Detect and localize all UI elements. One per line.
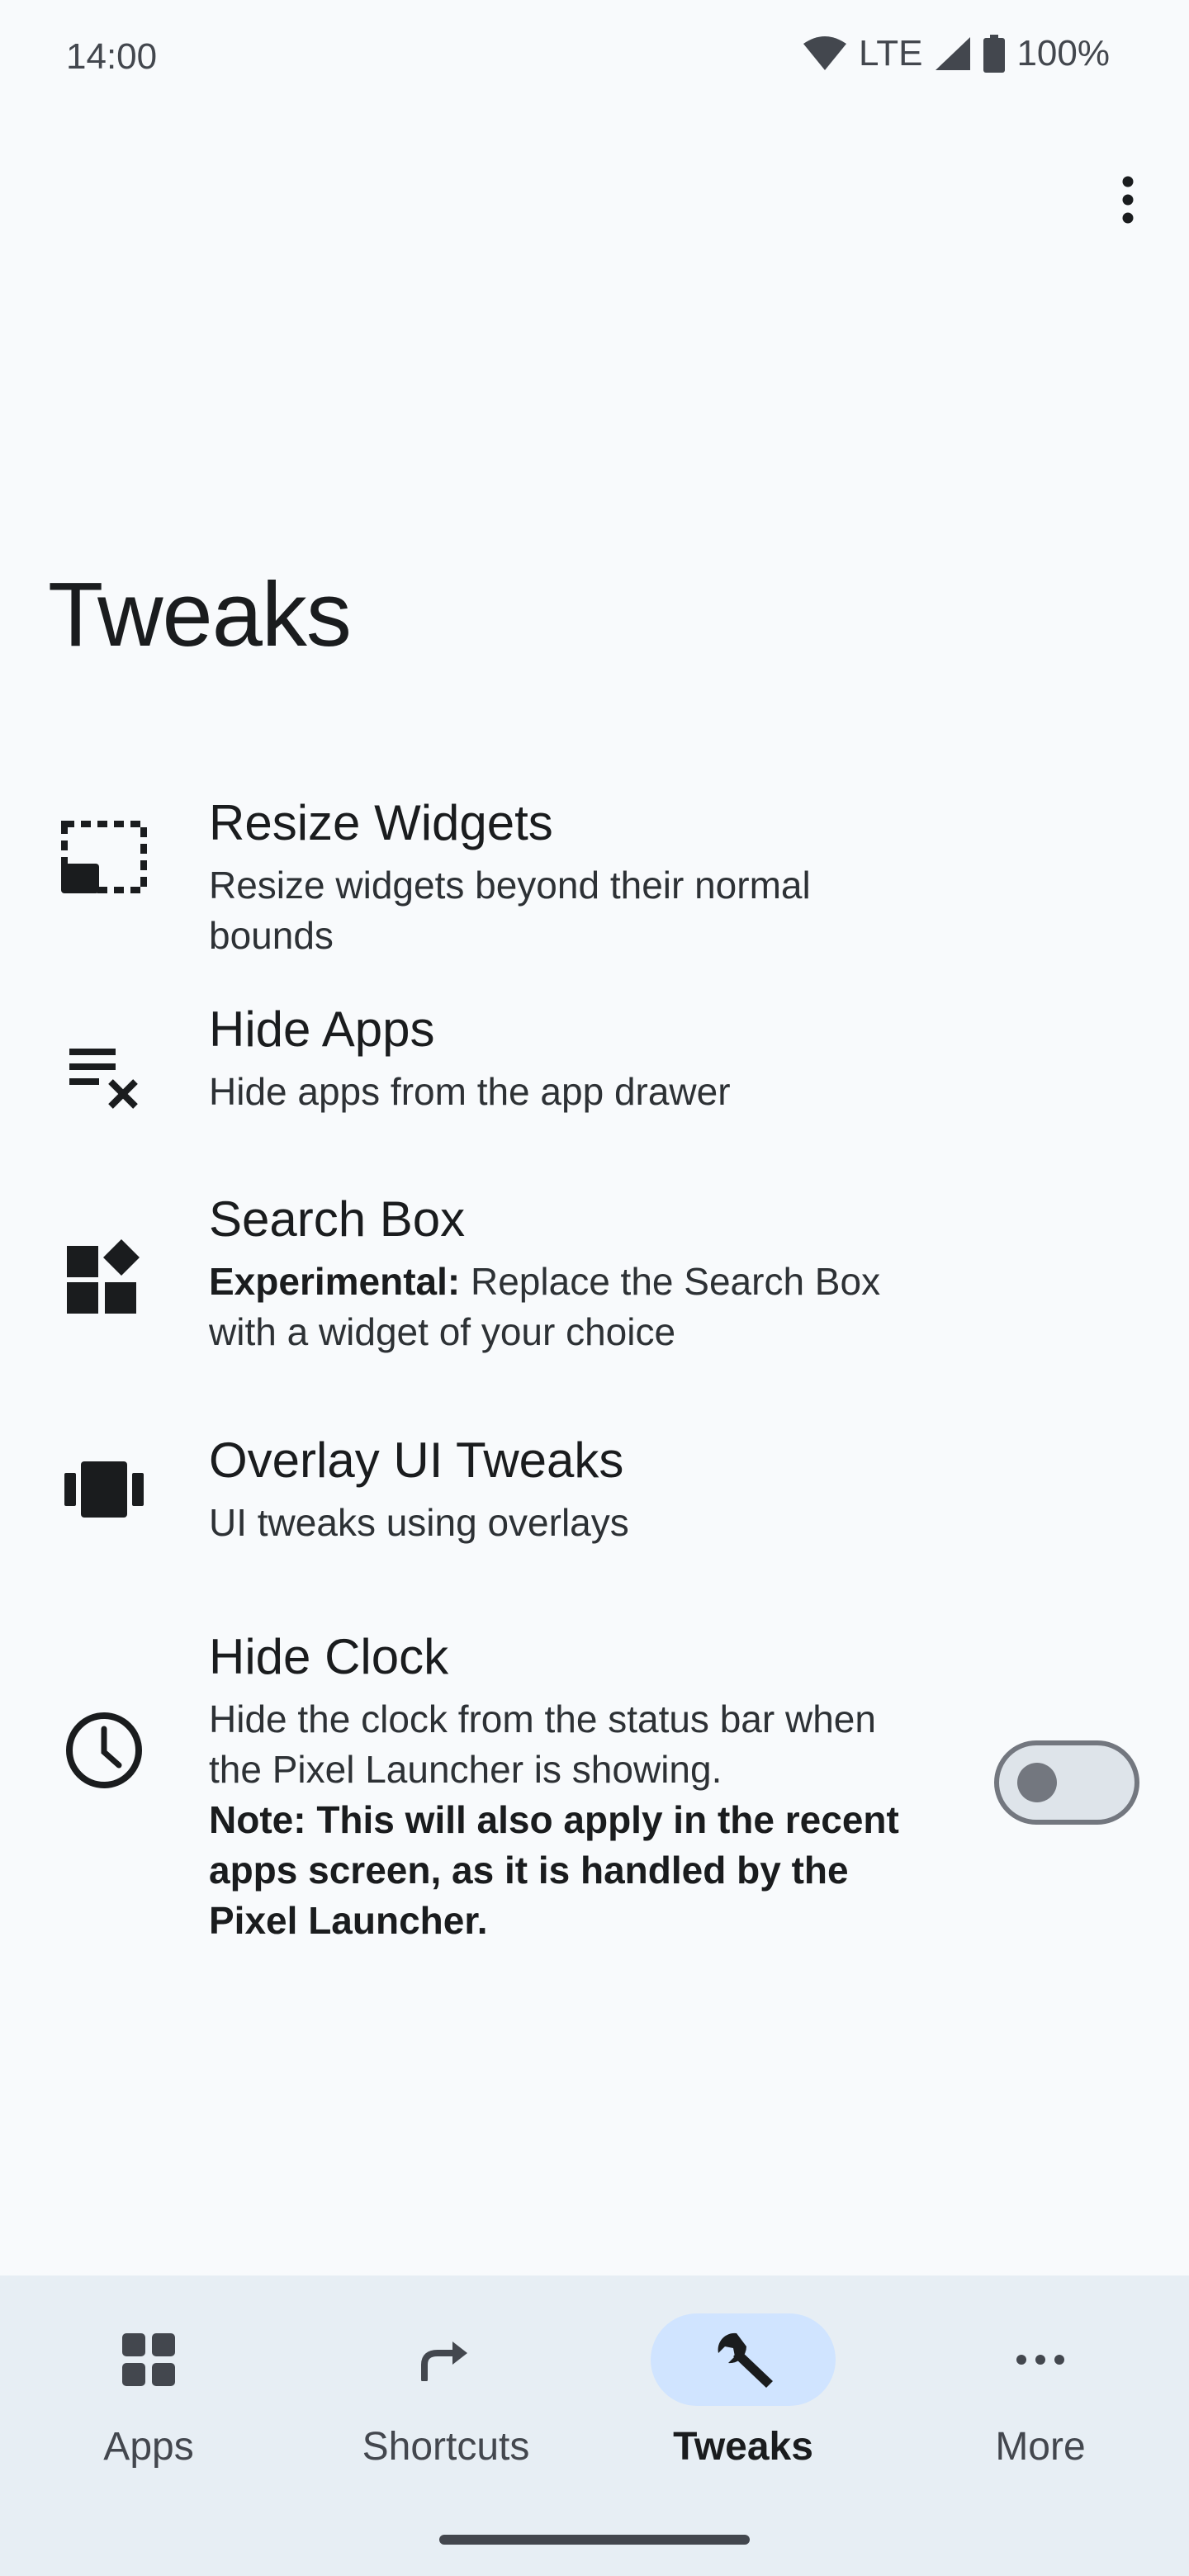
item-title: Resize Widgets bbox=[209, 795, 553, 850]
battery-level: 100% bbox=[1016, 33, 1110, 73]
list-item-search-box[interactable]: Search Box Experimental: Replace the Sea… bbox=[0, 1181, 1189, 1371]
subtitle-note: Note: This will also apply in the recent… bbox=[209, 1798, 899, 1942]
nav-item-more[interactable]: More bbox=[892, 2275, 1189, 2507]
item-title: Search Box bbox=[209, 1191, 466, 1247]
status-time: 14:00 bbox=[66, 36, 158, 77]
page-title: Tweaks bbox=[48, 564, 352, 665]
more-horiz-icon bbox=[948, 2313, 1133, 2406]
item-subtitle: UI tweaks using overlays bbox=[209, 1501, 629, 1544]
nav-item-apps[interactable]: Apps bbox=[0, 2275, 297, 2507]
item-subtitle: Resize widgets beyond their normal bound… bbox=[209, 864, 811, 957]
list-item-overlay-ui-tweaks[interactable]: Overlay UI Tweaks UI tweaks using overla… bbox=[0, 1420, 1189, 1569]
nav-item-tweaks[interactable]: Tweaks bbox=[594, 2275, 892, 2507]
item-subtitle: Hide the clock from the status bar when … bbox=[209, 1694, 919, 1946]
list-item-hide-apps[interactable]: Hide Apps Hide apps from the app drawer bbox=[0, 991, 1189, 1139]
status-bar: 14:00 LTE 100% bbox=[0, 0, 1189, 116]
wrench-icon bbox=[651, 2313, 836, 2406]
nav-label: Apps bbox=[103, 2425, 194, 2469]
nav-item-shortcuts[interactable]: Shortcuts bbox=[297, 2275, 594, 2507]
item-subtitle: Experimental: Replace the Search Box wit… bbox=[209, 1257, 936, 1357]
share-arrow-icon bbox=[353, 2313, 538, 2406]
playlist-remove-icon bbox=[58, 1030, 150, 1123]
grid-icon bbox=[56, 2313, 241, 2406]
item-title: Hide Clock bbox=[209, 1629, 449, 1684]
item-title: Overlay UI Tweaks bbox=[209, 1432, 624, 1488]
nav-label: Tweaks bbox=[673, 2425, 813, 2469]
widgets-icon bbox=[58, 1230, 150, 1323]
resize-icon bbox=[58, 811, 150, 903]
battery-icon bbox=[983, 35, 1006, 73]
item-title: Hide Apps bbox=[209, 1002, 435, 1057]
clock-icon bbox=[58, 1704, 150, 1797]
network-type: LTE bbox=[859, 33, 923, 73]
more-vert-icon bbox=[1121, 175, 1135, 229]
bottom-navigation: Apps Shortcuts Tweaks More bbox=[0, 2275, 1189, 2576]
more-options-button[interactable] bbox=[1098, 168, 1158, 234]
item-subtitle: Hide apps from the app drawer bbox=[209, 1070, 731, 1113]
experimental-label: Experimental: bbox=[209, 1260, 461, 1303]
view-carousel-icon bbox=[58, 1443, 150, 1536]
nav-label: Shortcuts bbox=[362, 2425, 530, 2469]
toggle-knob bbox=[1017, 1763, 1057, 1802]
status-icons: LTE 100% bbox=[803, 33, 1110, 74]
home-indicator[interactable] bbox=[439, 2535, 750, 2545]
subtitle-text: Hide the clock from the status bar when … bbox=[209, 1698, 876, 1791]
hide-clock-toggle[interactable] bbox=[994, 1740, 1139, 1825]
wifi-icon bbox=[803, 36, 847, 72]
list-item-resize-widgets[interactable]: Resize Widgets Resize widgets beyond the… bbox=[0, 776, 1189, 957]
cell-signal-icon bbox=[934, 36, 972, 72]
nav-label: More bbox=[995, 2425, 1086, 2469]
